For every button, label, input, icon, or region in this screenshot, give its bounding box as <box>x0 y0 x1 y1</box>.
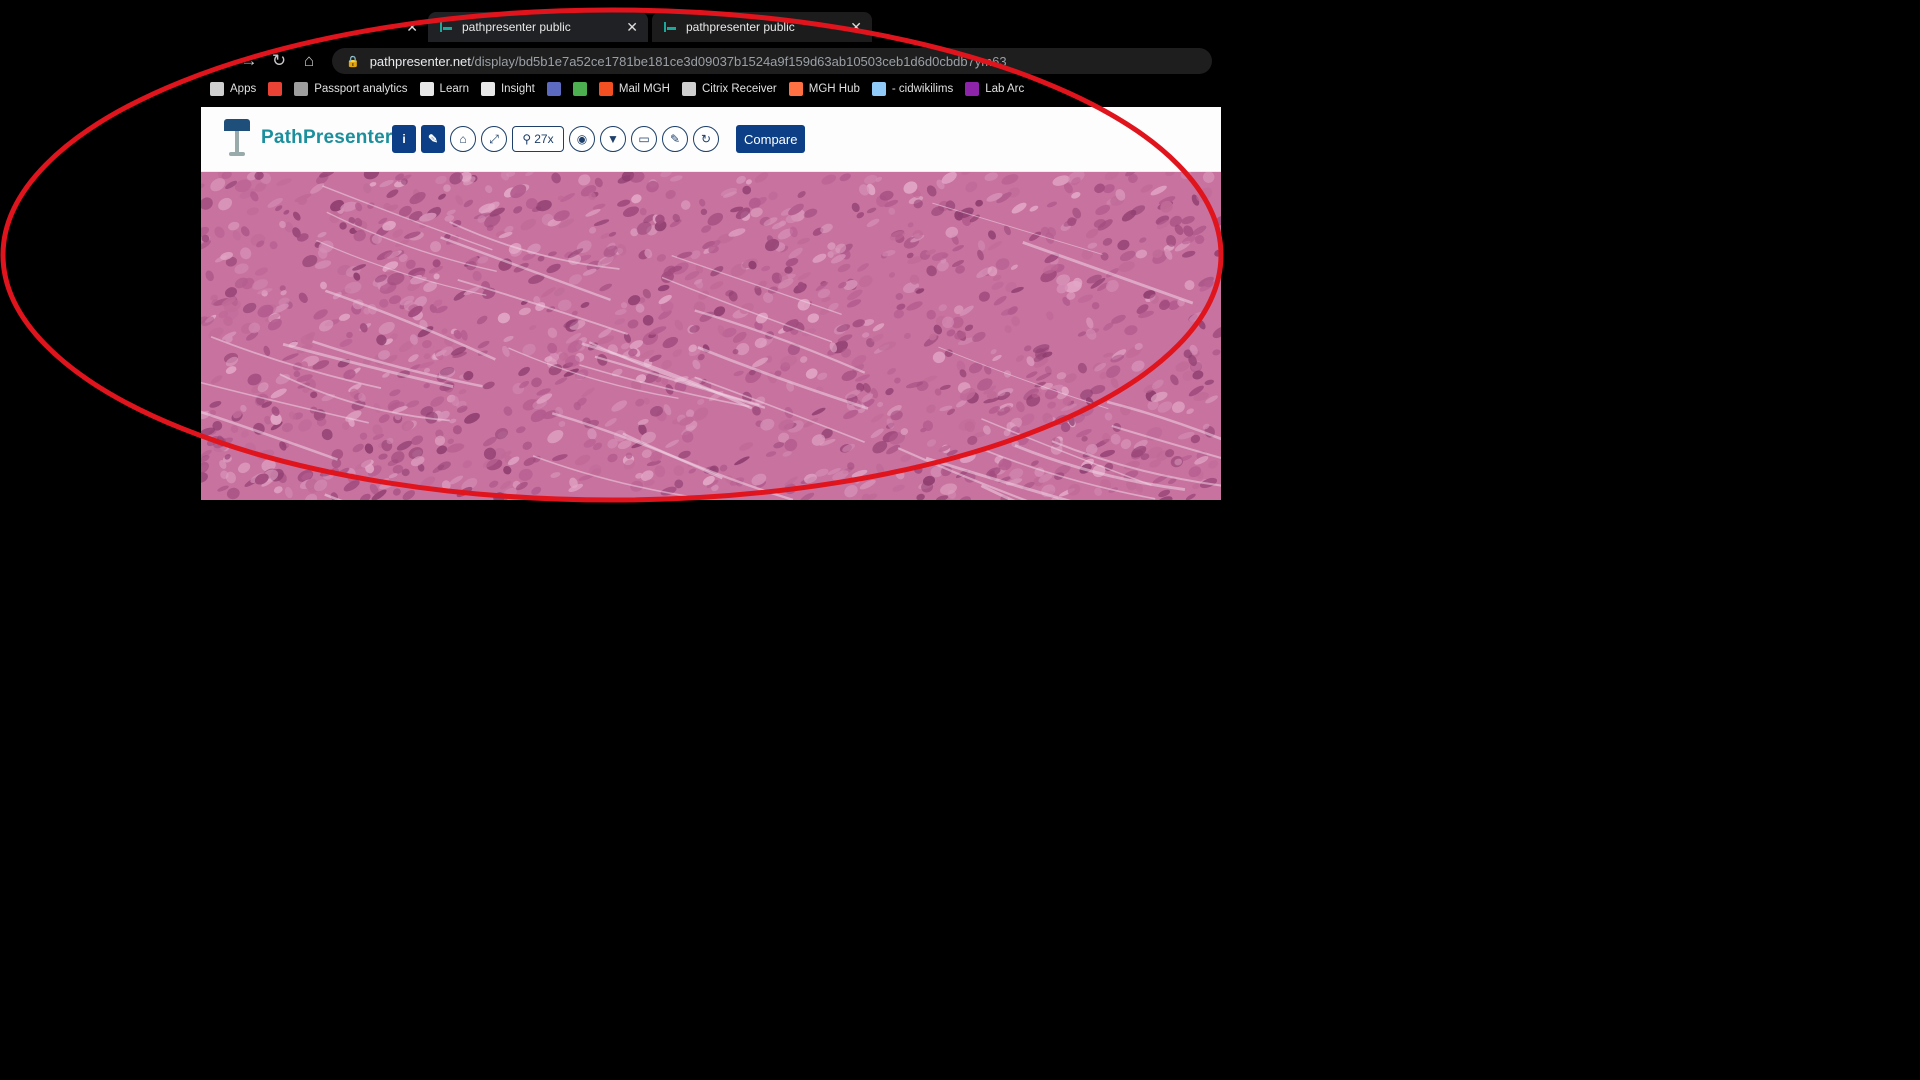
screen-recording-frame: ✕ pathpresenter public ✕ pathpresenter p… <box>0 0 1920 1080</box>
annotation-ellipse <box>0 7 1224 503</box>
